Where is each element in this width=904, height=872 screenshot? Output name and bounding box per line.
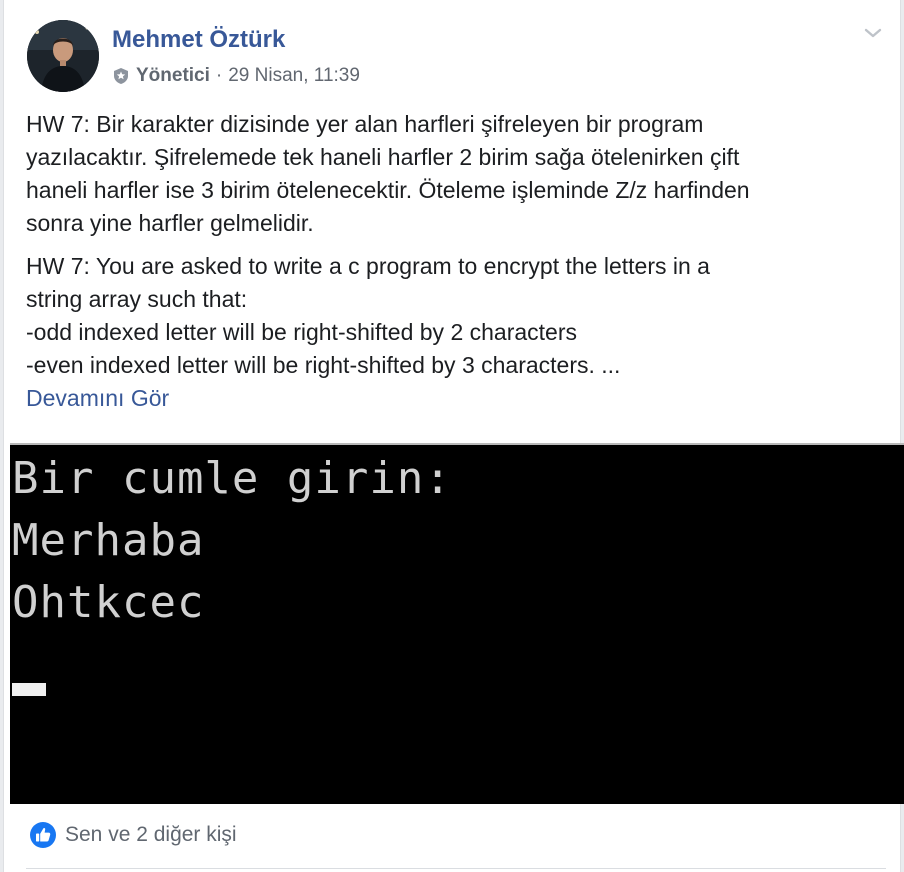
- post-text: HW 7: Bir karakter dizisinde yer alan ha…: [26, 108, 886, 425]
- author-name[interactable]: Mehmet Öztürk: [112, 26, 285, 54]
- console-cursor: [12, 683, 46, 696]
- timestamp[interactable]: 29 Nisan, 11:39: [228, 65, 360, 87]
- text-line: HW 7: Bir karakter dizisinde yer alan ha…: [26, 111, 704, 137]
- chevron-down-icon[interactable]: [862, 22, 884, 44]
- thumbs-up-icon: [29, 821, 57, 849]
- text-line: -odd indexed letter will be right-shifte…: [26, 319, 578, 345]
- reactions-summary[interactable]: Sen ve 2 diğer kişi: [29, 820, 237, 850]
- console-line: Ohtkcec: [12, 577, 205, 628]
- role-badge[interactable]: Yönetici: [136, 65, 210, 87]
- avatar[interactable]: [27, 20, 99, 92]
- profile-photo: [27, 20, 99, 92]
- text-line: string array such that:: [26, 286, 248, 312]
- post-card: Mehmet Öztürk Yönetici · 29 Nisan, 11:39…: [3, 0, 904, 872]
- paragraph-english: HW 7: You are asked to write a c program…: [26, 250, 886, 415]
- meta-separator: ·: [215, 65, 223, 86]
- shield-icon: [112, 67, 130, 85]
- reactions-text: Sen ve 2 diğer kişi: [65, 823, 237, 846]
- console-line: Bir cumle girin:: [12, 453, 452, 504]
- see-more-link[interactable]: Devamını Gör: [26, 382, 886, 415]
- divider: [26, 868, 886, 869]
- text-line: haneli harfler ise 3 birim ötelenecektir…: [26, 177, 750, 203]
- console-line: Merhaba: [12, 515, 205, 566]
- text-line: yazılacaktır. Şifrelemede tek haneli har…: [26, 144, 740, 170]
- paragraph-turkish: HW 7: Bir karakter dizisinde yer alan ha…: [26, 108, 886, 240]
- post-meta: Yönetici · 29 Nisan, 11:39: [112, 64, 360, 88]
- text-line: HW 7: You are asked to write a c program…: [26, 253, 710, 279]
- text-line: -even indexed letter will be right-shift…: [26, 352, 621, 378]
- text-line: sonra yine harfler gelmelidir.: [26, 210, 314, 236]
- console-screenshot[interactable]: Bir cumle girin: Merhaba Ohtkcec: [10, 443, 904, 804]
